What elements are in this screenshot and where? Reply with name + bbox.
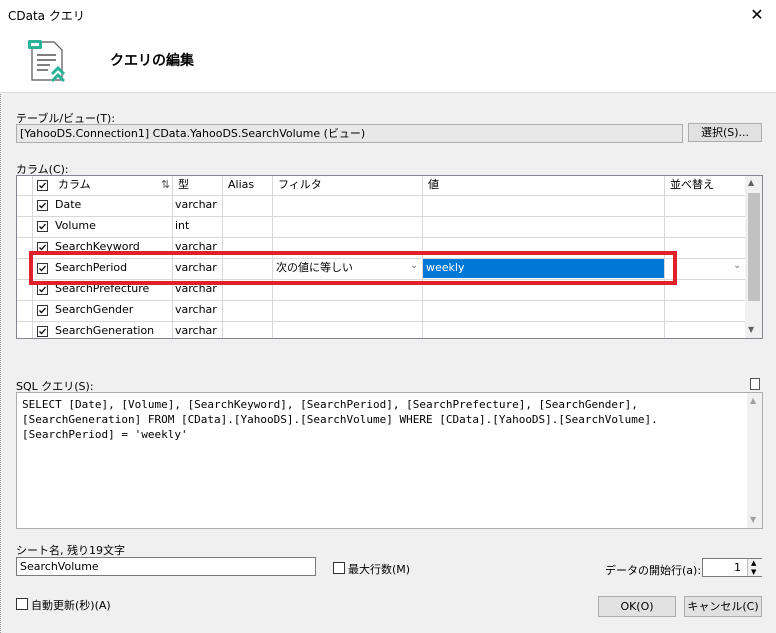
- max-rows-label: 最大行数(M): [348, 563, 411, 576]
- highlight-box: [29, 251, 677, 285]
- row-column-name: Volume: [55, 219, 96, 232]
- stepper-down-icon[interactable]: ▼: [751, 568, 756, 576]
- start-row-label: データの開始行(a):: [605, 564, 702, 577]
- start-row-stepper[interactable]: ▲ ▼: [747, 559, 762, 576]
- header-alias[interactable]: Alias: [225, 176, 273, 195]
- scroll-up-icon[interactable]: ▲: [748, 178, 754, 187]
- chevron-down-icon: ⌄: [733, 260, 742, 271]
- sql-textarea[interactable]: SELECT [Date], [Volume], [SearchKeyword]…: [16, 392, 763, 529]
- auto-refresh-label: 自動更新(秒)(A): [31, 599, 111, 612]
- row-type: varchar: [175, 303, 217, 316]
- close-button[interactable]: ✕: [740, 2, 774, 28]
- header-column[interactable]: カラム: [55, 176, 155, 195]
- header-sort[interactable]: 並べ替え: [667, 176, 745, 195]
- max-rows-checkbox[interactable]: [333, 562, 345, 574]
- sheet-name-label: シート名, 残り19文字: [16, 544, 125, 557]
- query-document-icon: [26, 38, 68, 86]
- grid-header: カラム ⇅ 型 Alias フィルタ 値 並べ替え: [17, 176, 745, 196]
- copy-icon[interactable]: [750, 378, 760, 390]
- stepper-up-icon[interactable]: ▲: [751, 559, 756, 567]
- row-type: varchar: [175, 198, 217, 211]
- sheet-name-input[interactable]: SearchVolume: [16, 557, 316, 576]
- row-column-name: SearchGeneration: [55, 324, 155, 337]
- sql-text: SELECT [Date], [Volume], [SearchKeyword]…: [22, 398, 658, 441]
- ok-button[interactable]: OK(O): [598, 596, 676, 617]
- header-filter[interactable]: フィルタ: [275, 176, 423, 195]
- scroll-down-icon[interactable]: ▼: [748, 325, 754, 334]
- sort-dropdown[interactable]: ⌄: [665, 259, 745, 278]
- window-left-edge: [0, 0, 2, 633]
- row-checkbox[interactable]: [37, 221, 48, 232]
- scroll-up-icon[interactable]: ▲: [750, 396, 756, 405]
- header-type[interactable]: 型: [175, 176, 223, 195]
- scrollbar-thumb[interactable]: [748, 193, 760, 301]
- auto-refresh-checkbox[interactable]: [16, 598, 28, 610]
- dialog-heading: クエリの編集: [110, 53, 194, 69]
- scroll-down-icon[interactable]: ▼: [750, 515, 756, 524]
- sql-scrollbar[interactable]: ▲ ▼: [747, 393, 762, 528]
- header-value[interactable]: 値: [425, 176, 665, 195]
- window-title: CData クエリ: [8, 9, 85, 23]
- table-view-field: [YahooDS.Connection1] CData.YahooDS.Sear…: [16, 124, 683, 143]
- select-button[interactable]: 選択(S)...: [688, 123, 762, 142]
- row-column-name: SearchGender: [55, 303, 134, 316]
- row-checkbox[interactable]: [37, 284, 48, 295]
- row-type: int: [175, 219, 190, 232]
- title-bar: CData クエリ ✕: [0, 0, 776, 30]
- cancel-button[interactable]: キャンセル(C): [684, 596, 762, 617]
- row-checkbox[interactable]: [37, 305, 48, 316]
- row-type: varchar: [175, 324, 217, 337]
- row-checkbox[interactable]: [37, 326, 48, 337]
- close-icon: ✕: [750, 5, 764, 24]
- dialog-header: クエリの編集: [0, 30, 776, 93]
- row-column-name: Date: [55, 198, 82, 211]
- row-checkbox[interactable]: [37, 200, 48, 211]
- sort-arrows-icon[interactable]: ⇅: [161, 178, 170, 191]
- select-all-checkbox[interactable]: [37, 180, 48, 191]
